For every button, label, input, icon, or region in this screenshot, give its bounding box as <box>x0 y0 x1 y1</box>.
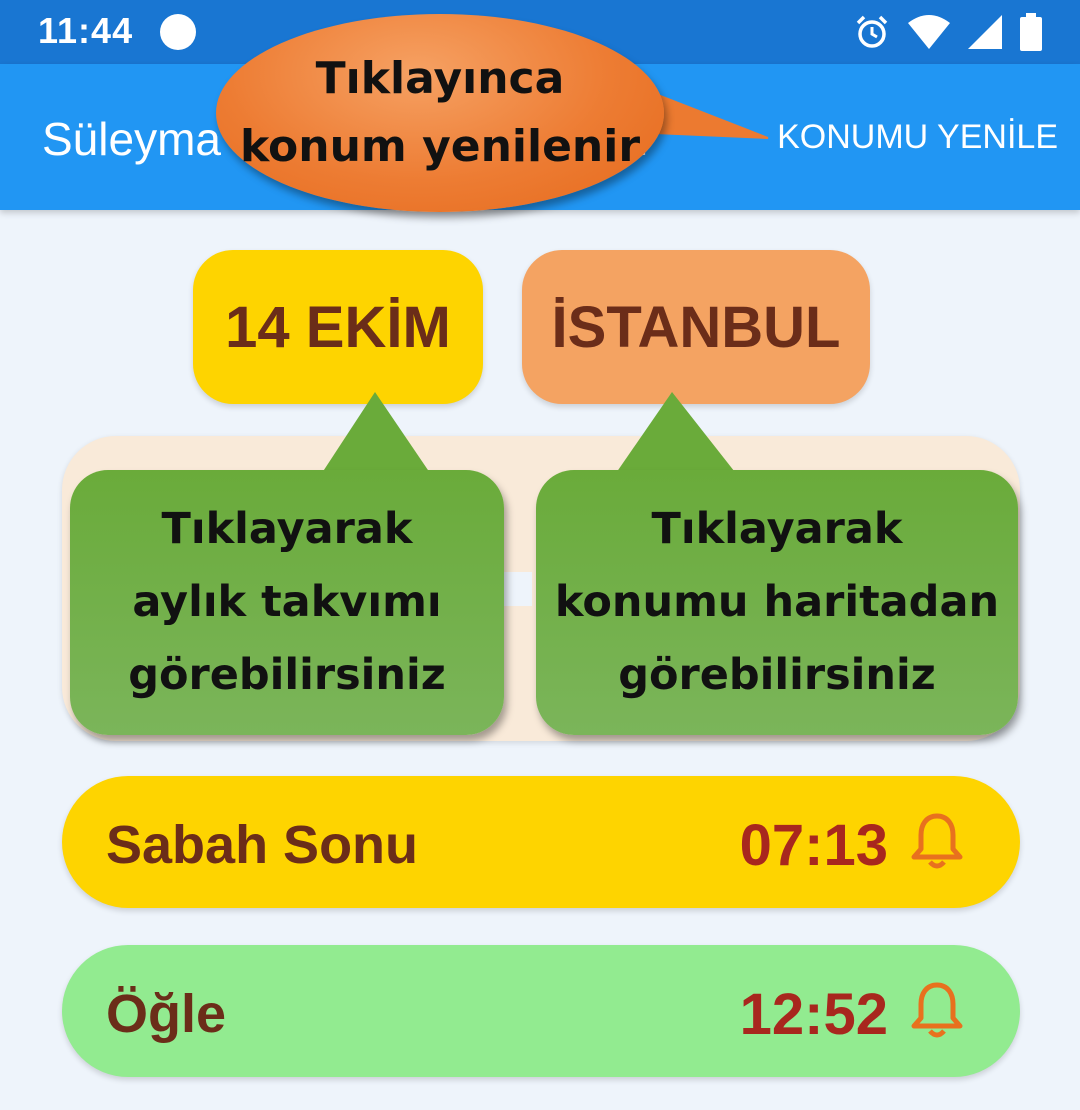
city-chip[interactable]: İSTANBUL <box>522 250 870 404</box>
callout-refresh: Tıklayınca konum yenilenir <box>216 14 664 212</box>
prayer-name: Öğle <box>106 984 227 1044</box>
callout-calendar: Tıklayarak aylık takvımı görebilirsiniz <box>70 470 504 735</box>
callout-calendar-line: aylık takvımı <box>132 576 442 627</box>
bell-icon[interactable] <box>910 812 964 872</box>
callout-calendar-line: Tıklayarak <box>161 503 413 554</box>
callout-refresh-line: Tıklayınca <box>315 52 565 104</box>
callout-map-line: görebilirsiniz <box>618 650 936 701</box>
prayer-row-ogle[interactable]: Öğle 12:52 <box>62 945 1020 1077</box>
prayer-time: 12:52 <box>739 982 888 1047</box>
callout-map-tail <box>614 392 738 476</box>
callout-map-line: Tıklayarak <box>651 503 903 554</box>
date-chip[interactable]: 14 EKİM <box>193 250 483 404</box>
bell-icon[interactable] <box>910 981 964 1041</box>
prayer-time: 07:13 <box>739 813 888 878</box>
prayer-name: Sabah Sonu <box>106 815 419 875</box>
prayer-row-sabah-sonu[interactable]: Sabah Sonu 07:13 <box>62 776 1020 908</box>
callout-map: Tıklayarak konumu haritadan görebilirsin… <box>536 470 1018 735</box>
callout-refresh-line: konum yenilenir <box>239 121 641 172</box>
callout-calendar-tail <box>320 392 432 476</box>
callout-map-line: konumu haritadan <box>554 576 1000 627</box>
callout-calendar-line: görebilirsiniz <box>128 650 446 701</box>
